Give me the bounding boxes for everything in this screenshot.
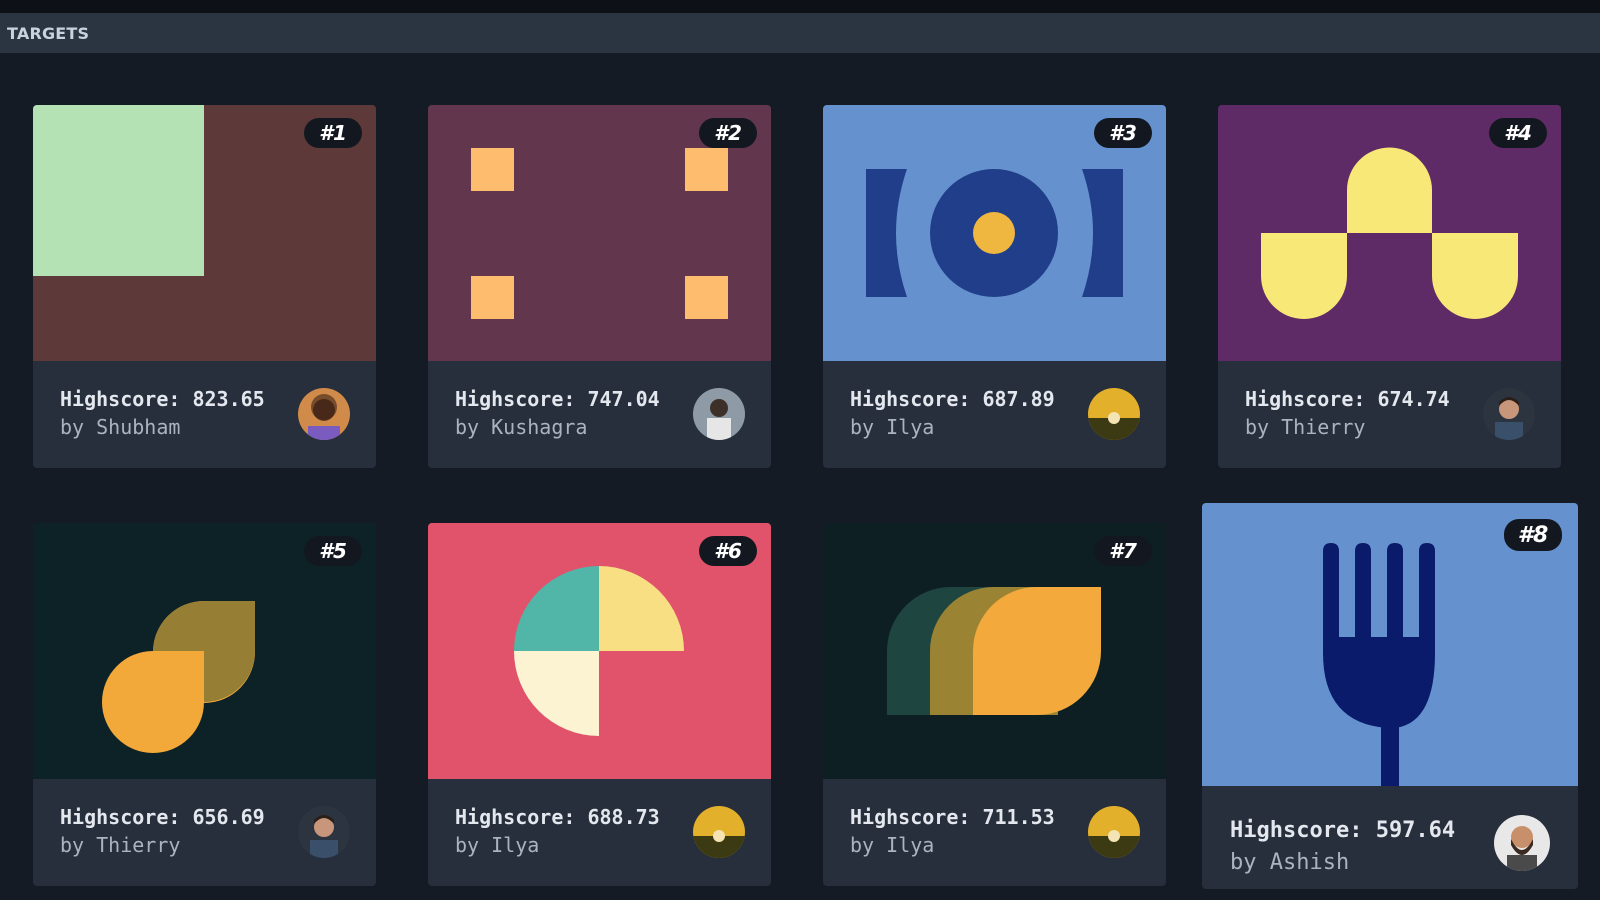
- top-strip: [0, 0, 1600, 13]
- target-card-2[interactable]: #2 Highscore: 747.04 by Kushagra: [428, 105, 771, 468]
- highscore-label: Highscore: 823.65: [60, 387, 265, 411]
- targets-header: TARGETS: [0, 13, 1600, 53]
- user-avatar[interactable]: [1088, 806, 1140, 858]
- highscore-label: Highscore: 597.64: [1230, 818, 1456, 843]
- author-label: by Ilya: [850, 415, 935, 439]
- rank-badge: #8: [1504, 519, 1562, 551]
- user-avatar[interactable]: [298, 806, 350, 858]
- rank-badge: #4: [1489, 118, 1547, 148]
- author-label: by Thierry: [60, 833, 181, 857]
- user-avatar[interactable]: [1494, 815, 1550, 871]
- highscore-label: Highscore: 711.53: [850, 805, 1055, 829]
- author-label: by Shubham: [60, 415, 181, 439]
- author-label: by Thierry: [1245, 415, 1366, 439]
- rank-badge: #6: [699, 536, 757, 566]
- target-card-4[interactable]: #4 Highscore: 674.74 by Thierry: [1218, 105, 1561, 468]
- highscore-label: Highscore: 688.73: [455, 805, 660, 829]
- rank-badge: #5: [304, 536, 362, 566]
- rank-badge: #3: [1094, 118, 1152, 148]
- section-title: TARGETS: [7, 23, 90, 43]
- highscore-label: Highscore: 747.04: [455, 387, 660, 411]
- rank-badge: #7: [1094, 536, 1152, 566]
- target-card-7[interactable]: #7 Highscore: 711.53 by Ilya: [823, 523, 1166, 886]
- author-label: by Kushagra: [455, 415, 588, 439]
- rank-badge: #1: [304, 118, 362, 148]
- author-label: by Ashish: [1230, 850, 1350, 875]
- target-card-5[interactable]: #5 Highscore: 656.69 by Thierry: [33, 523, 376, 886]
- highscore-label: Highscore: 656.69: [60, 805, 265, 829]
- user-avatar[interactable]: [1483, 388, 1535, 440]
- highscore-label: Highscore: 674.74: [1245, 387, 1450, 411]
- user-avatar[interactable]: [693, 806, 745, 858]
- target-card-3[interactable]: #3 Highscore: 687.89 by Ilya: [823, 105, 1166, 468]
- user-avatar[interactable]: [1088, 388, 1140, 440]
- target-card-6[interactable]: #6 Highscore: 688.73 by Ilya: [428, 523, 771, 886]
- author-label: by Ilya: [455, 833, 540, 857]
- rank-badge: #2: [699, 118, 757, 148]
- user-avatar[interactable]: [298, 388, 350, 440]
- user-avatar[interactable]: [693, 388, 745, 440]
- target-card-8[interactable]: #8 Highscore: 597.64 by Ashish: [1202, 503, 1578, 889]
- target-card-1[interactable]: #1 Highscore: 823.65 by Shubham: [33, 105, 376, 468]
- author-label: by Ilya: [850, 833, 935, 857]
- highscore-label: Highscore: 687.89: [850, 387, 1055, 411]
